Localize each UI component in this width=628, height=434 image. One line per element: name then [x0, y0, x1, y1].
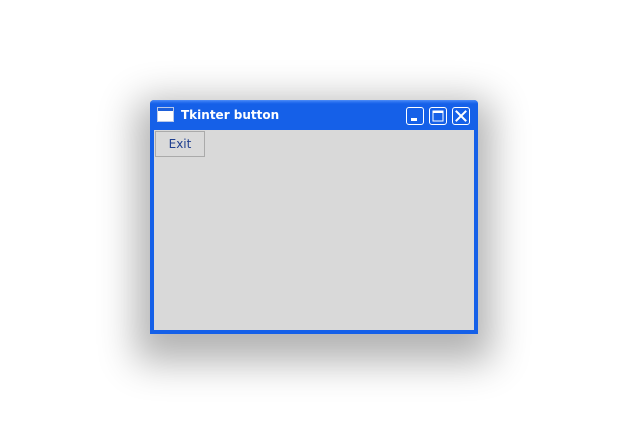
app-window: Tkinter button Exit — [150, 100, 478, 334]
title-bar[interactable]: Tkinter button — [150, 100, 478, 130]
window-title: Tkinter button — [181, 108, 280, 122]
window-icon[interactable] — [157, 107, 174, 122]
window-icon-bar — [158, 108, 173, 111]
minimize-icon — [411, 118, 417, 121]
window-content: Exit — [154, 130, 474, 330]
maximize-button[interactable] — [429, 107, 447, 125]
maximize-icon — [432, 110, 444, 122]
exit-button[interactable]: Exit — [155, 131, 205, 157]
close-icon — [455, 110, 467, 122]
minimize-button[interactable] — [406, 107, 424, 125]
close-button[interactable] — [452, 107, 470, 125]
